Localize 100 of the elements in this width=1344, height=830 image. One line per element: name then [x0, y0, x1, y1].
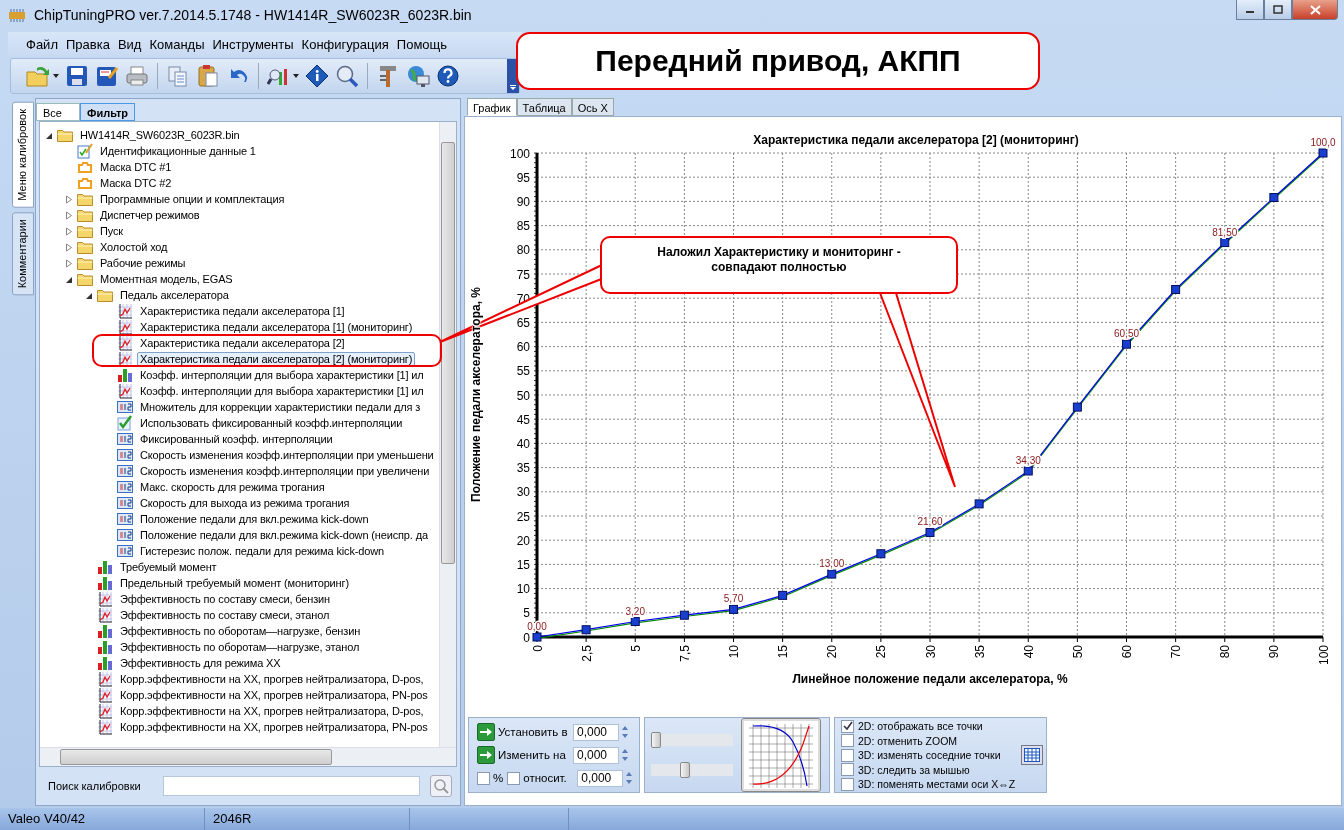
tree-item[interactable]: Характеристика педали акселератора [2] — [137, 335, 348, 351]
tree-item[interactable]: Макс. скорость для режима трогания — [137, 479, 328, 495]
tree-item[interactable]: Эффективность для режима XX — [117, 655, 284, 671]
checkbox-label: 2D: отображать все точки — [858, 720, 983, 732]
tree-item[interactable]: Эффективность по составу смеси, этанол — [117, 607, 333, 623]
minimize-button[interactable] — [1236, 0, 1264, 20]
close-icon[interactable] — [1309, 4, 1321, 15]
save-edit-icon[interactable] — [95, 64, 119, 88]
tree-item[interactable]: Корр.эффективности на XX, прогрев нейтрализатора, PN-pos — [117, 687, 431, 703]
y-tick-label: 0 — [523, 630, 530, 645]
tab[interactable]: Ось X — [571, 98, 614, 116]
number-field[interactable]: 0,000 — [573, 746, 619, 764]
side-tab[interactable]: Комментарии — [12, 211, 34, 295]
checkbox[interactable] — [841, 734, 854, 747]
value-icon — [117, 448, 133, 462]
slider-track[interactable] — [651, 764, 733, 776]
checkbox-label: относит. — [523, 772, 568, 784]
maximize-button[interactable] — [1264, 0, 1292, 20]
tab[interactable]: Фильтр — [80, 103, 136, 121]
tree-item[interactable]: Коэфф. интерполяции для выбора характеристики [1] ил — [137, 383, 427, 399]
spin-arrows-icon[interactable] — [624, 770, 635, 786]
spin-arrows-icon[interactable] — [620, 724, 630, 740]
close-button[interactable] — [1292, 0, 1338, 20]
tree-item[interactable]: Коэфф. интерполяции для выбора характеристики [1] ил — [137, 367, 427, 383]
tree-item[interactable]: Эффективность по составу смеси, бензин — [117, 591, 334, 607]
grid-button[interactable] — [1021, 745, 1044, 765]
tree-item[interactable]: Множитель для коррекции характеристики педали для з — [137, 399, 424, 415]
tree-item[interactable]: Фиксированный коэфф. интерполяции — [137, 431, 336, 447]
annotation-banner: Передний привод, АКПП — [516, 32, 1040, 90]
menu-item[interactable]: Инструменты — [208, 36, 298, 52]
info-icon[interactable] — [305, 64, 329, 88]
value-icon — [117, 544, 133, 558]
menu-item[interactable]: Вид — [113, 36, 146, 52]
globe-monitor-icon[interactable] — [406, 64, 430, 88]
y-tick-label: 60 — [516, 340, 530, 355]
tree-item[interactable]: Скорость изменения коэфф.интерполяции при уменьшени — [137, 447, 437, 463]
menu-item[interactable]: Команды — [145, 36, 209, 52]
tree-item[interactable]: Характеристика педали акселератора [1] (мониторинг) — [137, 319, 416, 335]
curve-chart-icon — [97, 687, 113, 703]
tree-item[interactable]: Маска DTC #2 — [97, 175, 175, 191]
tree-item[interactable]: Моментная модель, EGAS — [97, 271, 236, 287]
tree-item[interactable]: Педаль акселератора — [117, 287, 232, 303]
printer-icon[interactable] — [125, 64, 149, 88]
tree-item[interactable]: Программные опции и комплектация — [97, 191, 288, 207]
magnifier-icon[interactable] — [335, 64, 359, 88]
tree-item[interactable]: Скорость изменения коэфф.интерполяции при увеличени — [137, 463, 433, 479]
tree-item[interactable]: Положение педали для вкл.режима kick-down — [137, 511, 372, 527]
save-icon[interactable] — [65, 64, 89, 88]
tree-item[interactable]: Корр.эффективности на XX, прогрев нейтрализатора, PN-pos — [117, 719, 431, 735]
tree-item[interactable]: Пуск — [97, 223, 126, 239]
tab[interactable]: Все — [36, 103, 80, 121]
checkbox[interactable] — [841, 763, 854, 776]
menu-item[interactable]: Файл — [22, 36, 62, 52]
tree-item[interactable]: Предельный требуемый момент (мониторинг) — [117, 575, 352, 591]
help-icon[interactable] — [436, 64, 460, 88]
tree-item[interactable]: Положение педали для вкл.режима kick-down (неиспр. да — [137, 527, 431, 543]
horizontal-scrollbar[interactable] — [40, 747, 456, 766]
checkbox[interactable] — [507, 771, 521, 785]
checkbox[interactable] — [841, 777, 854, 791]
tree-item[interactable]: Рабочие режимы — [97, 255, 189, 271]
tree-item[interactable]: Требуемый момент — [117, 559, 220, 575]
tree-item[interactable]: Эффективность по оборотам—нагрузке, бензин — [117, 623, 364, 639]
spin-arrows-icon[interactable] — [620, 747, 630, 763]
slider-track[interactable] — [651, 734, 733, 746]
tree-item[interactable]: Использовать фиксированный коэфф.интерполяции — [137, 415, 406, 431]
slider-thumb[interactable] — [651, 732, 661, 748]
tab[interactable]: График — [467, 98, 517, 116]
search-button[interactable] — [430, 775, 452, 797]
menu-item[interactable]: Помощь — [392, 36, 452, 52]
tree-item[interactable]: Эффективность по оборотам—нагрузке, этанол — [117, 639, 363, 655]
tree-item[interactable]: Характеристика педали акселератора [1] — [137, 303, 348, 319]
search-field[interactable] — [162, 776, 421, 796]
tree-item[interactable]: Гистерезис полож. педали для режима kick-down — [137, 543, 387, 559]
vertical-scrollbar[interactable] — [439, 122, 456, 747]
number-field[interactable]: 0,000 — [577, 769, 624, 787]
tab[interactable]: Таблица — [516, 98, 572, 116]
slider-thumb[interactable] — [679, 762, 690, 778]
caret-icon[interactable] — [53, 74, 59, 78]
folder-icon — [77, 256, 93, 270]
maximize-icon[interactable] — [1273, 5, 1283, 14]
menu-item[interactable]: Конфигурация — [297, 36, 393, 52]
tree-item[interactable]: Идентификационные данные 1 — [97, 143, 259, 159]
tree-item[interactable]: Диспетчер режимов — [97, 207, 203, 223]
tree-item[interactable]: Корр.эффективности на XX, прогрев нейтрализатора, D-pos, — [117, 703, 427, 719]
side-tab[interactable]: Меню калибровок — [12, 102, 34, 208]
tree-item[interactable]: Скорость для выхода из режима трогания — [137, 495, 353, 511]
checkbox[interactable] — [477, 771, 490, 785]
caret-icon[interactable] — [293, 74, 299, 78]
paste-icon[interactable] — [196, 64, 220, 88]
checkbox[interactable] — [841, 719, 854, 733]
tree-item[interactable]: Корр.эффективности на XX, прогрев нейтрализатора, D-pos, — [117, 671, 427, 687]
value-icon — [117, 480, 133, 494]
curve-preview-button[interactable] — [741, 718, 821, 792]
tree-item[interactable]: HW1414R_SW6023R_6023R.bin — [77, 127, 243, 143]
tree-item[interactable]: Маска DTC #1 — [97, 159, 175, 175]
menu-item[interactable]: Правка — [61, 36, 114, 52]
caret-icon[interactable] — [510, 85, 516, 90]
number-field[interactable]: 0,000 — [573, 723, 619, 741]
tree-item[interactable]: Холостой ход — [97, 239, 171, 255]
checkbox[interactable] — [841, 748, 854, 762]
